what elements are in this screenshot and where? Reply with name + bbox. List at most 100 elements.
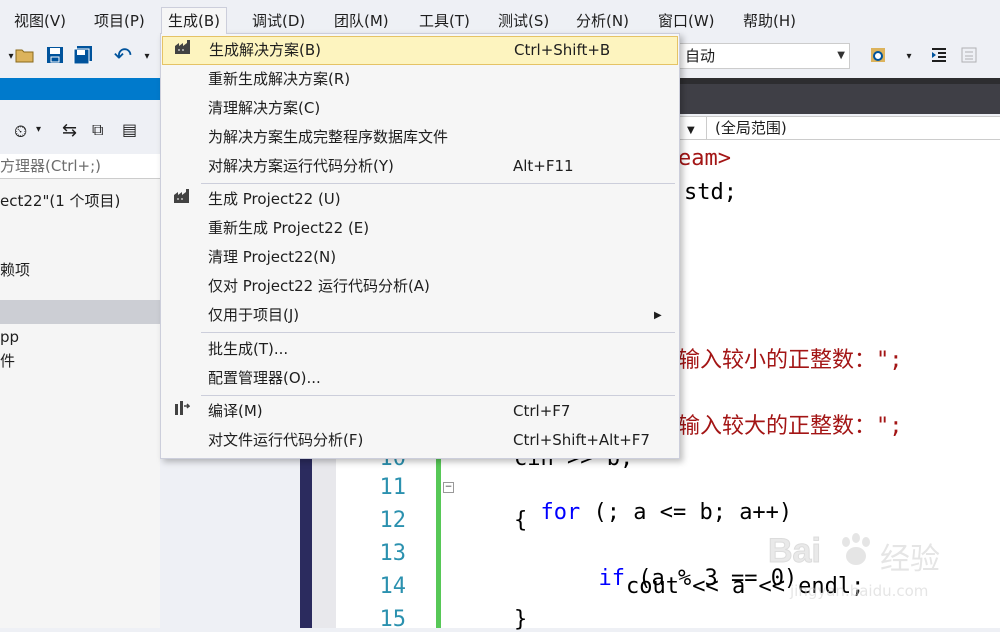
menu-item-clean-project[interactable]: 清理 Project22(N) [162,243,678,272]
sync-icon[interactable]: ⇆ [62,120,77,141]
menu-item-build-solution[interactable]: 生成解决方案(B) Ctrl+Shift+B [162,36,678,65]
menu-view[interactable]: 视图(V) [8,8,72,34]
line-number: 14 [379,574,407,599]
compile-icon [172,397,192,426]
properties-icon[interactable]: ▤ [122,120,137,139]
build-solution-icon [173,37,193,64]
menu-item-label: 仅对 Project22 运行代码分析(A) [208,277,430,295]
menu-project[interactable]: 项目(P) [88,8,151,34]
chevron-down-icon: ▼ [687,125,695,136]
menu-help[interactable]: 帮助(H) [737,8,802,34]
keyword-if: if [598,566,626,591]
prompt1-fragment: 输入较小的正整数："; [678,348,903,373]
tree-item-solution[interactable]: ect22"(1 个项目) [0,190,120,211]
solution-search-input[interactable]: 方理器(Ctrl+;) [0,154,160,179]
open-folder-icon[interactable] [14,46,36,68]
tree-item-dependencies[interactable]: 赖项 [0,259,30,280]
menu-tools[interactable]: 工具(T) [413,8,476,34]
menu-item-label: 编译(M) [208,402,263,420]
menu-item-shortcut: Ctrl+Shift+B [514,41,611,59]
save-icon[interactable] [44,46,66,68]
menu-build[interactable]: 生成(B) [161,7,227,34]
menu-item-compile[interactable]: 编译(M) Ctrl+F7 [162,397,678,426]
code-line-12: { [514,508,528,533]
menu-analyze[interactable]: 分析(N) [570,8,635,34]
menu-item-analyze-solution[interactable]: 对解决方案运行代码分析(Y) Alt+F11 [162,152,678,181]
menu-item-generate-pdb[interactable]: 为解决方案生成完整程序数据库文件 [162,123,678,152]
using-fragment: std; [684,180,737,205]
platform-combo[interactable]: 自动 ▼ [678,43,850,69]
menu-test[interactable]: 测试(S) [492,8,555,34]
menu-item-build-project[interactable]: 生成 Project22 (U) [162,185,678,214]
menu-item-label: 重新生成 Project22 (E) [208,219,370,237]
scope-combo-value: (全局范围) [715,119,787,137]
menu-item-analyze-file[interactable]: 对文件运行代码分析(F) Ctrl+Shift+Alt+F7 [162,426,678,455]
menu-item-label: 仅用于项目(J) [208,306,300,324]
menu-separator [201,183,675,184]
build-menu-dropdown: 生成解决方案(B) Ctrl+Shift+B 重新生成解决方案(R) 清理解决方… [160,33,680,459]
menu-item-project-only[interactable]: 仅用于项目(J) ▶ [162,301,678,330]
chevron-down-icon: ▼ [837,50,845,61]
menu-item-label: 对文件运行代码分析(F) [208,431,364,449]
menu-separator [201,395,675,396]
menu-item-batch-build[interactable]: 批生成(T)... [162,335,678,364]
menu-item-label: 批生成(T)... [208,340,289,358]
menu-debug[interactable]: 调试(D) [246,8,311,34]
menu-item-label: 配置管理器(O)... [208,369,321,387]
line-number: 12 [379,508,407,533]
menu-item-label: 生成解决方案(B) [209,41,321,59]
tree-item-source[interactable]: pp [0,328,19,346]
undo-dropdown-icon[interactable]: ▾ [136,46,158,68]
save-all-icon[interactable] [72,46,94,68]
solution-explorer-titlebar [0,78,160,100]
scope-combo[interactable]: (全局范围) [706,116,1000,140]
outdent-icon[interactable] [928,46,950,68]
line-number: 11 [379,475,407,500]
line-number: 15 [379,607,407,632]
collapse-all-icon[interactable]: ⧉ [92,120,103,140]
menu-item-label: 清理 Project22(N) [208,248,337,266]
include-fragment: eam> [678,146,731,171]
tree-item-files[interactable]: 件 [0,350,15,371]
menu-item-label: 重新生成解决方案(R) [208,70,351,88]
menu-item-label: 对解决方案运行代码分析(Y) [208,157,394,175]
watermark-brand: Bai [768,532,822,571]
menu-item-rebuild-solution[interactable]: 重新生成解决方案(R) [162,65,678,94]
watermark-brand-cn: 经验 [880,542,940,577]
submenu-arrow-icon: ▶ [654,310,662,321]
menu-item-shortcut: Alt+F11 [513,157,574,175]
indent-icon[interactable] [958,46,980,68]
menu-item-label: 生成 Project22 (U) [208,190,341,208]
keyword-for: for [540,500,581,525]
menu-separator [201,332,675,333]
code-line-15: } [514,607,528,632]
overflow-dropdown-icon[interactable]: ▾ [898,46,920,68]
history-dropdown-icon[interactable]: ▾ [36,124,41,135]
find-in-files-icon[interactable] [868,46,890,68]
tree-selection-band[interactable] [0,300,160,324]
paw-logo-icon [836,530,876,574]
prompt2-fragment: 输入较大的正整数："; [678,414,903,439]
member-combo[interactable]: ▼ [678,116,708,140]
menu-item-rebuild-project[interactable]: 重新生成 Project22 (E) [162,214,678,243]
menu-item-shortcut: Ctrl+Shift+Alt+F7 [513,431,650,449]
menu-window[interactable]: 窗口(W) [652,8,721,34]
menu-team[interactable]: 团队(M) [328,8,395,34]
code-line-11: for (; a <= b; a++) [514,475,793,525]
platform-combo-value: 自动 [685,47,716,65]
line-number: 13 [379,541,407,566]
undo-icon[interactable]: ↶ [112,46,134,68]
solution-explorer-toolbar: ⏲ ▾ ⇆ ⧉ ▤ [0,100,160,154]
build-project-icon [172,185,192,214]
menu-item-configuration-manager[interactable]: 配置管理器(O)... [162,364,678,393]
menu-item-shortcut: Ctrl+F7 [513,402,571,420]
collapse-toggle-icon[interactable]: − [443,482,454,493]
history-icon[interactable]: ⏲ [14,122,27,142]
solution-search-placeholder: 方理器(Ctrl+;) [0,157,102,175]
menu-item-clean-solution[interactable]: 清理解决方案(C) [162,94,678,123]
menu-item-analyze-project[interactable]: 仅对 Project22 运行代码分析(A) [162,272,678,301]
menu-item-label: 清理解决方案(C) [208,99,321,117]
menu-item-label: 为解决方案生成完整程序数据库文件 [208,128,449,146]
baidu-jingyan-watermark: Bai 经验 jingyan.baidu.com [760,520,1000,620]
watermark-url: jingyan.baidu.com [790,582,929,600]
